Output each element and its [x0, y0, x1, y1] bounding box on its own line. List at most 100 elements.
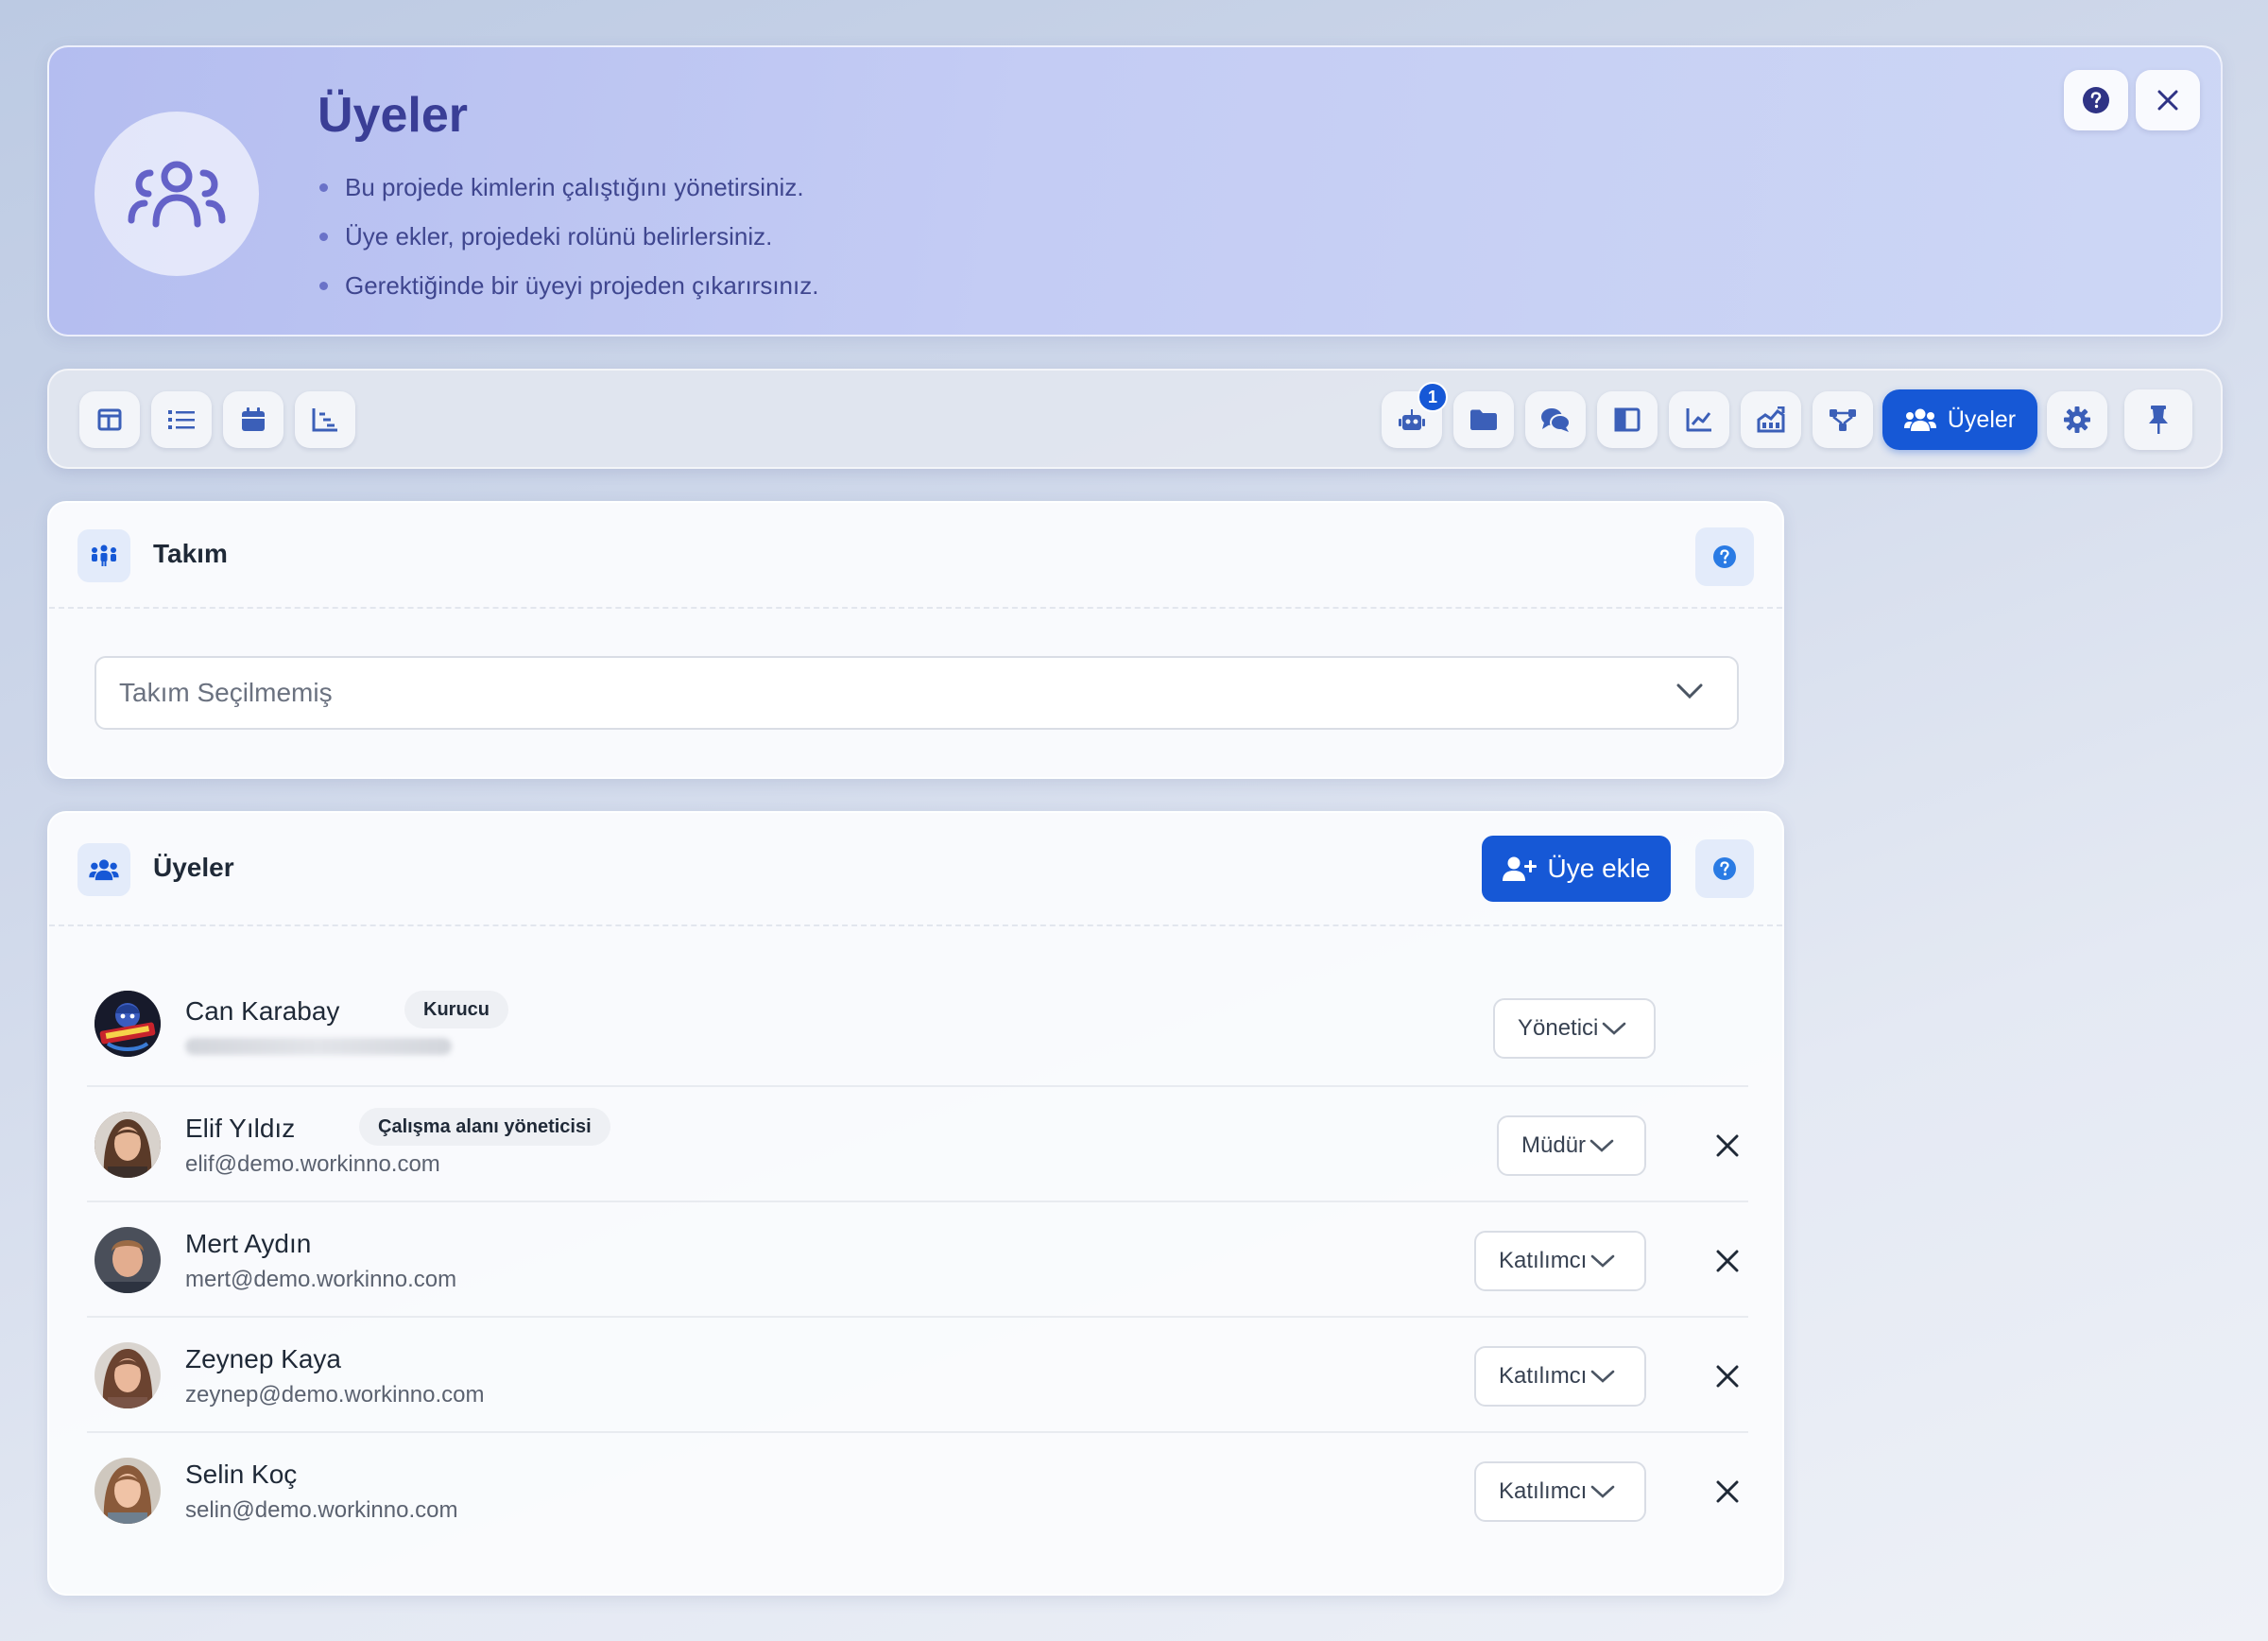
avatar: [94, 1458, 161, 1524]
view-toolbar: 1 Üyeler: [47, 369, 2223, 469]
members-card: Üyeler Üye ekle Can Karabay Kurucu Yönet…: [47, 811, 1784, 1596]
role-select-value: Katılımcı: [1499, 1478, 1588, 1504]
close-icon: [2157, 90, 2178, 111]
role-select[interactable]: Katılımcı: [1474, 1461, 1646, 1522]
users-icon: [128, 161, 226, 228]
member-row: Elif Yıldız Çalışma alanı yöneticisi eli…: [87, 1087, 1748, 1202]
reports-button[interactable]: [1669, 391, 1729, 448]
chevron-down-icon: [1591, 1254, 1615, 1268]
member-name: Mert Aydın: [185, 1229, 312, 1258]
member-row: Mert Aydın mert@demo.workinno.com Katılı…: [87, 1202, 1748, 1318]
member-row: Selin Koç selin@demo.workinno.com Katılı…: [87, 1433, 1748, 1548]
help-icon: [2083, 87, 2109, 113]
role-select[interactable]: Müdür: [1497, 1115, 1646, 1176]
gantt-view-button[interactable]: [295, 391, 355, 448]
robot-icon: [1399, 409, 1425, 430]
user-plus-icon: [1502, 856, 1537, 881]
board-view-button[interactable]: [79, 391, 140, 448]
header-bullet: Bu projede kimlerin çalıştığını yönetirs…: [318, 163, 818, 212]
chevron-down-icon: [1676, 683, 1703, 700]
page-header-banner: Üyeler Bu projede kimlerin çalıştığını y…: [47, 45, 2223, 337]
workflow-button[interactable]: [1813, 391, 1873, 448]
role-select[interactable]: Yönetici: [1493, 998, 1656, 1059]
team-card-header: Takım: [49, 503, 1782, 609]
member-name: Elif Yıldız: [185, 1114, 296, 1143]
members-card-header: Üyeler Üye ekle: [49, 813, 1782, 926]
users-icon: [89, 859, 119, 881]
board-icon: [97, 408, 122, 431]
pin-button[interactable]: [2124, 389, 2192, 450]
role-select[interactable]: Katılımcı: [1474, 1231, 1646, 1291]
team-icon-badge: [77, 529, 130, 582]
avatar: [94, 1342, 161, 1408]
role-select-value: Müdür: [1521, 1132, 1587, 1158]
wiki-button[interactable]: [1597, 391, 1658, 448]
member-row: Can Karabay Kurucu Yönetici: [87, 972, 1748, 1087]
avatar: [94, 1112, 161, 1178]
chevron-down-icon: [1591, 1370, 1615, 1383]
chart-line-icon: [1686, 408, 1711, 432]
close-icon: [1716, 1480, 1739, 1503]
settings-button[interactable]: [2047, 391, 2107, 448]
member-row: Zeynep Kaya zeynep@demo.workinno.com Kat…: [87, 1318, 1748, 1433]
gear-icon: [2064, 406, 2090, 433]
chart-area-icon: [1757, 406, 1785, 433]
members-card-title: Üyeler: [153, 853, 234, 882]
role-select-value: Yönetici: [1518, 1015, 1599, 1041]
files-button[interactable]: [1453, 391, 1514, 448]
automation-button[interactable]: 1: [1382, 382, 1448, 448]
team-select[interactable]: Takım Seçilmemiş: [94, 656, 1739, 730]
close-icon: [1716, 1365, 1739, 1388]
analytics-button[interactable]: [1741, 391, 1801, 448]
members-illustration: [94, 112, 259, 276]
diagram-icon: [1830, 409, 1856, 431]
page-title: Üyeler: [318, 88, 468, 143]
member-name: Zeynep Kaya: [185, 1344, 341, 1373]
chat-icon: [1541, 408, 1571, 432]
member-email: mert@demo.workinno.com: [185, 1267, 457, 1292]
chat-button[interactable]: [1525, 391, 1586, 448]
close-icon: [1716, 1134, 1739, 1157]
remove-member-button[interactable]: [1710, 1475, 1744, 1509]
remove-member-button[interactable]: [1710, 1244, 1744, 1278]
calendar-view-button[interactable]: [223, 391, 284, 448]
tab-members[interactable]: Üyeler: [1882, 389, 2037, 450]
team-select-value: Takım Seçilmemiş: [119, 678, 333, 707]
list-view-button[interactable]: [151, 391, 212, 448]
list-icon: [168, 410, 195, 429]
help-button[interactable]: [2064, 70, 2128, 130]
role-select[interactable]: Katılımcı: [1474, 1346, 1646, 1407]
member-email: zeynep@demo.workinno.com: [185, 1382, 485, 1408]
header-bullet: Gerektiğinde bir üyeyi projeden çıkarırs…: [318, 261, 818, 310]
add-member-label: Üye ekle: [1547, 854, 1651, 883]
avatar: [94, 1227, 161, 1293]
team-card-title: Takım: [153, 539, 228, 568]
member-tag: Çalışma alanı yöneticisi: [359, 1108, 610, 1146]
team-card: Takım Takım Seçilmemiş: [47, 501, 1784, 779]
pin-icon: [2149, 406, 2168, 434]
help-icon: [1713, 545, 1736, 568]
folder-icon: [1470, 409, 1497, 430]
team-help-button[interactable]: [1695, 527, 1754, 586]
remove-member-button[interactable]: [1710, 1129, 1744, 1163]
member-email: elif@demo.workinno.com: [185, 1151, 440, 1177]
member-name: Can Karabay: [185, 996, 340, 1026]
users-icon: [1903, 408, 1936, 431]
member-email: selin@demo.workinno.com: [185, 1497, 458, 1523]
close-icon: [1716, 1250, 1739, 1272]
add-member-button[interactable]: Üye ekle: [1482, 836, 1671, 902]
chevron-down-icon: [1603, 1022, 1626, 1035]
avatar: [94, 991, 161, 1057]
calendar-icon: [242, 407, 265, 431]
gantt-icon: [312, 408, 337, 432]
header-bullet: Üye ekler, projedeki rolünü belirlersini…: [318, 212, 818, 261]
members-help-button[interactable]: [1695, 839, 1754, 898]
member-name: Selin Koç: [185, 1460, 298, 1489]
role-select-value: Katılımcı: [1499, 1248, 1588, 1273]
header-bullet-list: Bu projede kimlerin çalıştığını yönetirs…: [318, 163, 818, 310]
remove-member-button[interactable]: [1710, 1359, 1744, 1393]
book-icon: [1614, 407, 1641, 432]
close-button[interactable]: [2136, 70, 2200, 130]
notification-badge: 1: [1418, 382, 1448, 412]
tab-members-label: Üyeler: [1947, 406, 2017, 433]
